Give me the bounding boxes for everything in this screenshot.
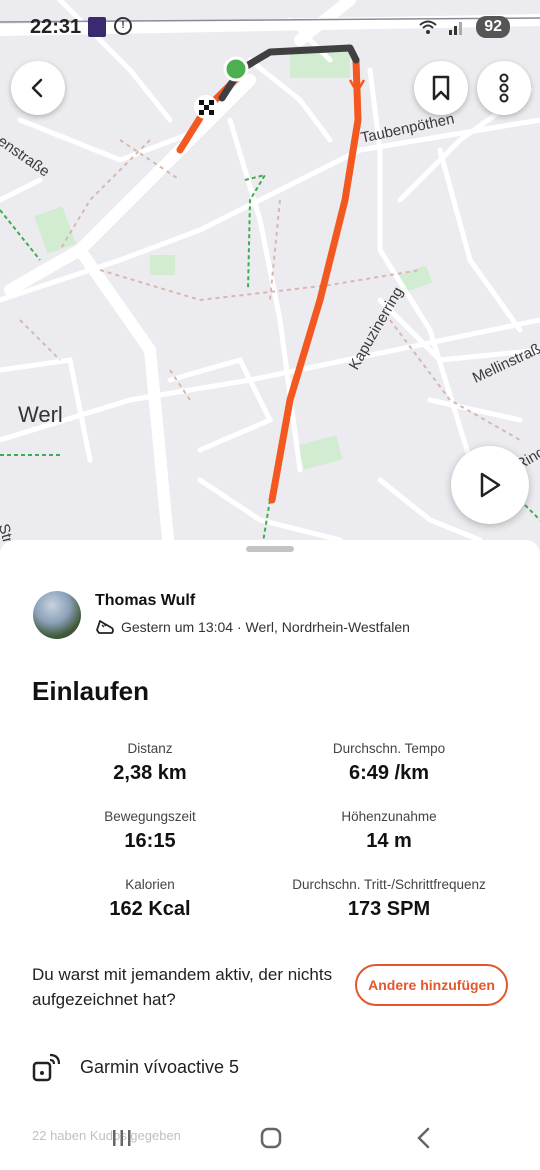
stat-value: 16:15 xyxy=(124,830,176,852)
stat-label: Kalorien xyxy=(125,877,175,892)
stat-cadence: Durchschn. Tritt-/Schrittfrequenz 173 SP… xyxy=(259,877,519,921)
stat-value: 173 SPM xyxy=(347,898,431,920)
stat-value: 6:49 /km xyxy=(348,762,430,784)
status-time: 22:31 xyxy=(30,16,82,38)
notification-icon: ! xyxy=(114,17,132,35)
stat-label: Distanz xyxy=(127,741,173,756)
home-icon[interactable] xyxy=(259,1126,283,1150)
route-map[interactable]: Taubenpöthen enstraße Kapuzinerring Mell… xyxy=(0,0,540,560)
stat-elevation: Höhenzunahme 14 m xyxy=(259,809,519,853)
add-others-prompt: Du warst mit jemandem aktiv, der nichts … xyxy=(32,965,333,1009)
stat-label: Höhenzunahme xyxy=(341,809,437,824)
device-row[interactable]: Garmin vívoactive 5 xyxy=(32,1052,239,1082)
battery-indicator: 92 xyxy=(476,16,510,38)
stat-moving-time: Bewegungszeit 16:15 xyxy=(20,809,280,853)
city-label: Werl xyxy=(18,402,63,427)
wifi-icon xyxy=(419,20,437,34)
device-name: Garmin vívoactive 5 xyxy=(80,1056,240,1077)
bookmark-button[interactable] xyxy=(414,61,468,115)
stat-label: Durchschn. Tempo xyxy=(332,741,446,756)
athlete-name[interactable]: Thomas Wulf xyxy=(95,592,195,610)
back-button[interactable] xyxy=(11,61,65,115)
stat-label: Bewegungszeit xyxy=(104,809,196,824)
status-bar: 22:31 ! 92 xyxy=(0,0,540,56)
app-notification-icon xyxy=(88,17,106,37)
avatar[interactable] xyxy=(33,591,81,639)
stat-value: 162 Kcal xyxy=(109,898,191,920)
signal-icon xyxy=(449,22,463,35)
shoe-icon xyxy=(96,620,114,634)
bookmark-icon xyxy=(432,75,450,101)
stat-distance: Distanz 2,38 km xyxy=(20,741,280,785)
stat-calories: Kalorien 162 Kcal xyxy=(20,877,280,921)
recent-apps-icon[interactable] xyxy=(110,1126,134,1150)
finish-marker xyxy=(194,95,218,119)
activity-meta: Gestern um 13:04 · Werl, Nordrhein-Westf… xyxy=(95,618,410,636)
activity-title: Einlaufen xyxy=(32,676,150,706)
stat-label: Durchschn. Tritt-/Schrittfrequenz xyxy=(292,877,486,892)
start-marker xyxy=(223,56,249,82)
more-options-button[interactable] xyxy=(477,61,531,115)
add-others-button[interactable]: Andere hinzufügen xyxy=(355,964,508,1006)
stat-value: 2,38 km xyxy=(113,762,187,784)
activity-sheet: Thomas Wulf Gestern um 13:04 · Werl, Nor… xyxy=(0,540,540,1170)
stat-pace: Durchschn. Tempo 6:49 /km xyxy=(259,741,519,785)
stat-value: 14 m xyxy=(366,830,412,852)
activity-meta-text: Gestern um 13:04 · Werl, Nordrhein-Westf… xyxy=(121,619,410,635)
play-flyover-button[interactable] xyxy=(451,446,529,524)
sheet-grabber[interactable] xyxy=(246,546,294,552)
nav-back-icon[interactable] xyxy=(412,1126,436,1150)
back-icon xyxy=(31,78,43,98)
more-icon xyxy=(499,73,509,103)
device-icon xyxy=(32,1053,61,1082)
system-nav-bar xyxy=(0,1118,540,1170)
play-icon xyxy=(480,472,501,498)
